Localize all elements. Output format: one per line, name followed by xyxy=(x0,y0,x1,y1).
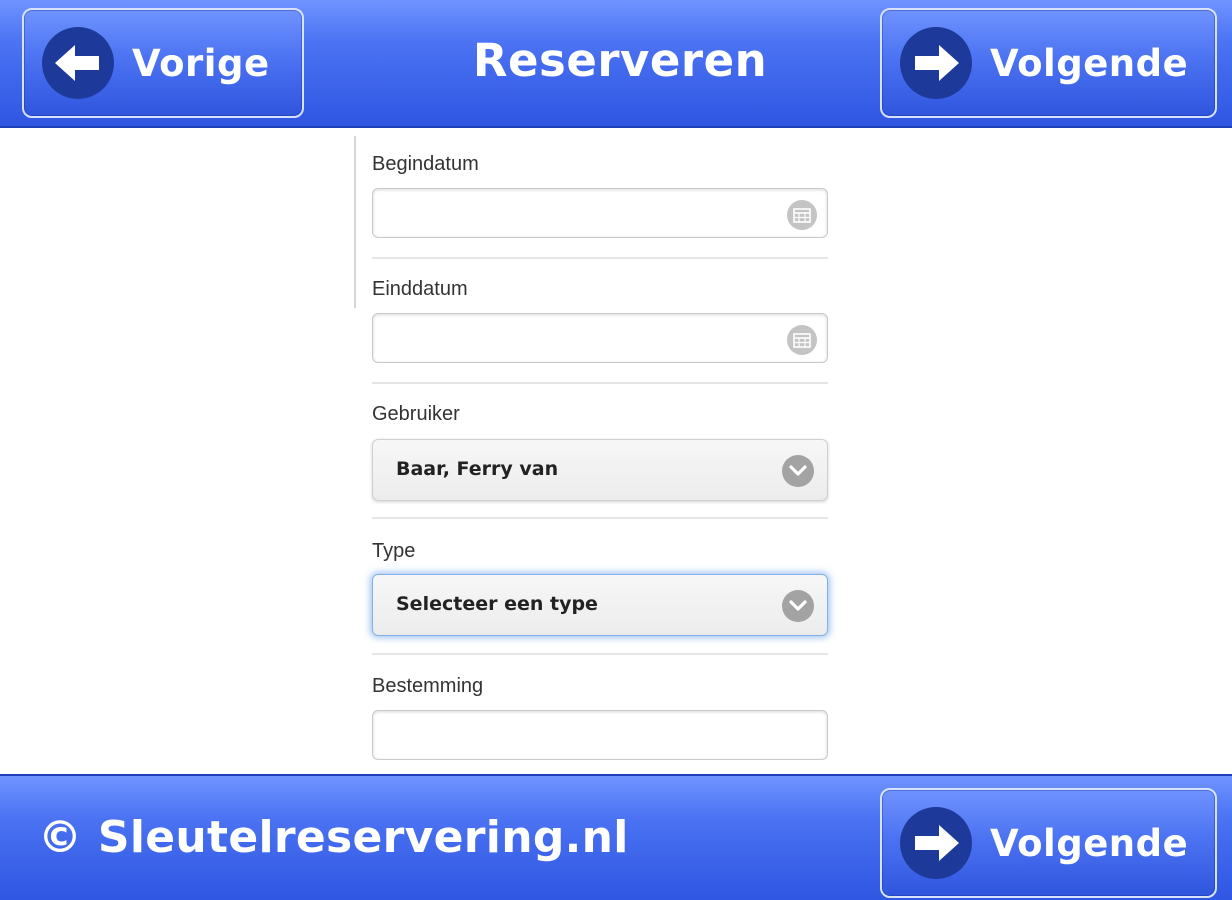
user-select[interactable]: Baar, Ferry van xyxy=(372,439,828,501)
field-divider xyxy=(372,382,828,384)
previous-button[interactable]: Vorige xyxy=(22,8,304,118)
field-divider xyxy=(372,517,828,519)
arrow-right-icon xyxy=(900,807,972,879)
field-divider xyxy=(372,257,828,259)
user-select-value: Baar, Ferry van xyxy=(396,458,559,480)
destination-label: Bestemming xyxy=(372,675,484,697)
type-label: Type xyxy=(372,540,416,562)
footer-next-button[interactable]: Volgende xyxy=(880,788,1217,898)
reservation-form: Begindatum Einddatum Gebruiker Baar, Fer… xyxy=(0,130,1232,774)
previous-button-label: Vorige xyxy=(132,41,270,85)
arrow-left-icon xyxy=(42,27,114,99)
type-select[interactable]: Selecteer een type xyxy=(372,574,828,636)
next-button-label: Volgende xyxy=(990,41,1189,85)
calendar-icon[interactable] xyxy=(787,200,817,230)
end-date-label: Einddatum xyxy=(372,278,468,300)
field-divider xyxy=(372,653,828,655)
app-window: Vorige Reserveren Volgende Begindatum Ei… xyxy=(0,0,1232,900)
next-button[interactable]: Volgende xyxy=(880,8,1217,118)
footer-bar: © Sleutelreservering.nl Volgende xyxy=(0,774,1232,900)
chevron-down-icon xyxy=(782,590,814,622)
arrow-right-icon xyxy=(900,27,972,99)
calendar-icon[interactable] xyxy=(787,325,817,355)
user-label: Gebruiker xyxy=(372,403,460,425)
type-select-value: Selecteer een type xyxy=(396,593,598,615)
copyright-text: © Sleutelreservering.nl xyxy=(38,812,629,863)
start-date-label: Begindatum xyxy=(372,153,479,175)
page-title: Reserveren xyxy=(472,34,768,87)
footer-next-button-label: Volgende xyxy=(990,821,1189,865)
start-date-input[interactable] xyxy=(372,188,828,238)
header-bar: Vorige Reserveren Volgende xyxy=(0,0,1232,128)
chevron-down-icon xyxy=(782,455,814,487)
end-date-input[interactable] xyxy=(372,313,828,363)
scroll-indicator xyxy=(354,136,356,308)
destination-input[interactable] xyxy=(372,710,828,760)
